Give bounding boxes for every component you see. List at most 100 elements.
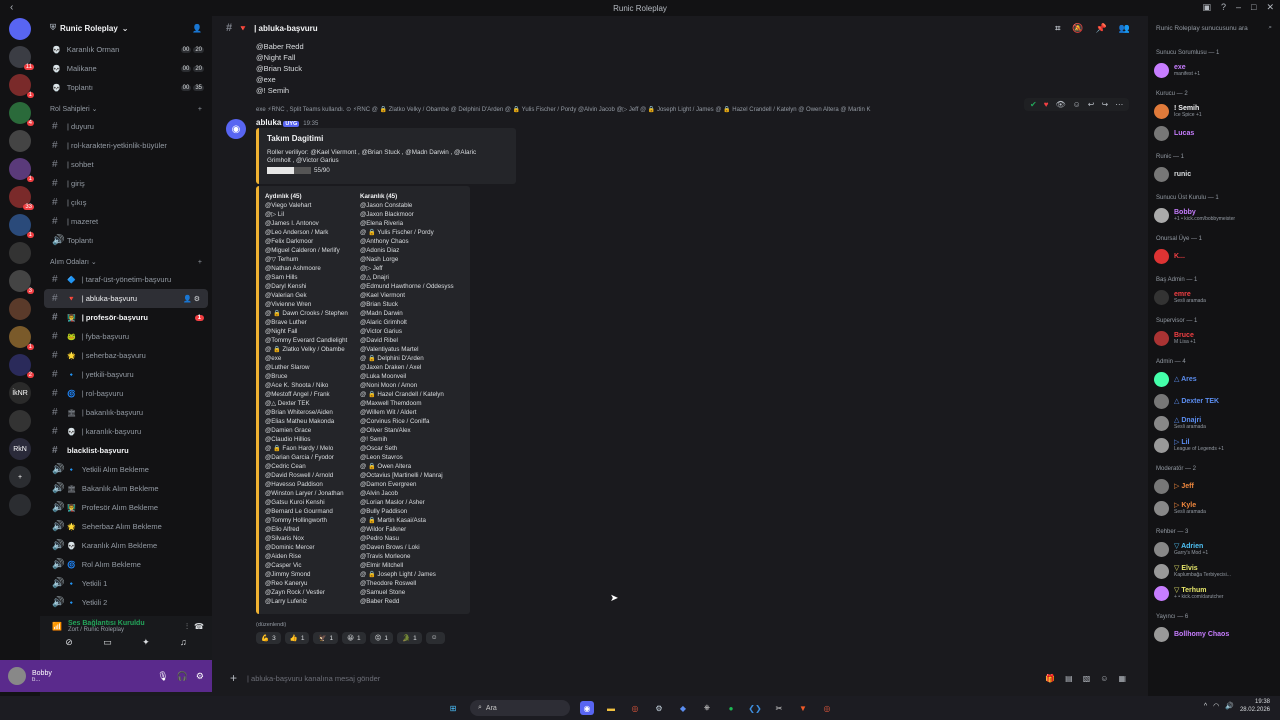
text-channel[interactable]: # | rol-karakteri-yetkinlik-büyüler bbox=[40, 136, 212, 155]
member-search[interactable]: Runic Roleplay sunucusunu ara ⌕ bbox=[1148, 16, 1280, 40]
team-member[interactable]: @ 🔒 Faon Hardy / Melo bbox=[265, 444, 348, 453]
team-member[interactable]: @Casper Vic bbox=[265, 561, 348, 570]
reaction[interactable]: 😀 1 bbox=[342, 632, 366, 644]
team-member[interactable]: @Brian Whiterose/Aiden bbox=[265, 408, 348, 417]
team-member[interactable]: @ 🔒 Zlatko Velky / Obambe bbox=[265, 345, 348, 354]
team-member[interactable]: @Brian Stuck bbox=[360, 300, 454, 309]
volume-icon[interactable]: 🔊 bbox=[1225, 702, 1234, 710]
team-member[interactable]: @Travis Morleone bbox=[360, 552, 454, 561]
team-member[interactable]: @Reo Kaneryu bbox=[265, 579, 348, 588]
discord-icon[interactable]: ◉ bbox=[580, 701, 594, 715]
sticker-icon[interactable]: ▧ bbox=[1083, 674, 1091, 683]
add-member-icon[interactable]: 👤 bbox=[192, 24, 202, 33]
text-channel[interactable]: # | duyuru bbox=[40, 117, 212, 136]
server-icon[interactable] bbox=[9, 298, 31, 320]
vscode-icon[interactable]: ❮❯ bbox=[748, 701, 762, 715]
server-icon[interactable]: 4 bbox=[9, 102, 34, 126]
team-member[interactable]: @Alaric Grimholt bbox=[360, 318, 454, 327]
team-member[interactable]: @Dominic Mercer bbox=[265, 543, 348, 552]
folder-icon[interactable]: ▬ bbox=[604, 701, 618, 715]
text-channel[interactable]: # blacklist-başvuru bbox=[40, 441, 212, 460]
team-member[interactable]: @Adonis Diaz bbox=[360, 246, 454, 255]
team-member[interactable]: @Valentiyatus Martel bbox=[360, 345, 454, 354]
gift-icon[interactable]: 🎁 bbox=[1045, 674, 1055, 683]
team-member[interactable]: @Darian Garcia / Fyodor bbox=[265, 453, 348, 462]
team-member[interactable]: @ 🔒 Delphini D'Arden bbox=[360, 354, 454, 363]
add-attachment-icon[interactable]: + bbox=[230, 671, 237, 685]
team-member[interactable]: @David Roswell / Arnold bbox=[265, 471, 348, 480]
category-apply[interactable]: Alım Odaları ⌄ + bbox=[40, 254, 212, 270]
team-member[interactable]: @Leo Anderson / Mark bbox=[265, 228, 348, 237]
server-icon[interactable]: RkN bbox=[9, 438, 31, 460]
message-composer[interactable]: + | abluka-başvuru kanalına mesaj gönder… bbox=[212, 664, 1144, 692]
team-member[interactable]: @ 🔒 Hazel Crandell / Katelyn bbox=[360, 390, 454, 399]
mention-line[interactable]: @Night Fall bbox=[256, 53, 295, 62]
back-icon[interactable]: ‹ bbox=[10, 2, 13, 13]
spotify-icon[interactable]: ● bbox=[724, 701, 738, 715]
team-member[interactable]: @Oscar Seth bbox=[360, 444, 454, 453]
mention-line[interactable]: @! Semih bbox=[256, 86, 289, 95]
text-channel[interactable]: # 💀 | karanlık-başvuru bbox=[40, 422, 212, 441]
close-button[interactable]: ✕ bbox=[1266, 2, 1274, 13]
server-icon[interactable] bbox=[9, 242, 31, 264]
text-channel[interactable]: # 🌟 | seherbaz-başvuru bbox=[40, 346, 212, 365]
server-icon[interactable]: + bbox=[9, 466, 31, 488]
windows-start-icon[interactable]: ⊞ bbox=[446, 701, 460, 715]
more-icon[interactable]: ⋯ bbox=[1115, 100, 1123, 109]
team-member[interactable]: @Nash Lorge bbox=[360, 255, 454, 264]
team-member[interactable]: @Jaxon Blackmoor bbox=[360, 210, 454, 219]
pin-icon[interactable]: 📌 bbox=[1096, 23, 1107, 34]
team-member[interactable]: @Ace K. Shoota / Niko bbox=[265, 381, 348, 390]
team-member[interactable]: @Elias Matheu Makonda bbox=[265, 417, 348, 426]
team-member[interactable]: @Gatsu Kuroi Kenshi bbox=[265, 498, 348, 507]
add-channel-icon[interactable]: + bbox=[198, 259, 202, 266]
team-member[interactable]: @Alvin Jacob bbox=[360, 489, 454, 498]
team-member[interactable]: @Valerian Gek bbox=[265, 291, 348, 300]
team-member[interactable]: @Daryl Kenshi bbox=[265, 282, 348, 291]
mention-line[interactable]: @Baber Redd bbox=[256, 42, 304, 51]
reaction[interactable]: ☺ bbox=[425, 632, 446, 644]
team-member[interactable]: @Jaxen Draken / Axel bbox=[360, 363, 454, 372]
team-member[interactable]: @Jason Constable bbox=[360, 201, 454, 210]
bot-avatar[interactable]: ◉ bbox=[226, 119, 246, 139]
team-member[interactable]: @David Ribel bbox=[360, 336, 454, 345]
text-channel[interactable]: # 🌀 | rol-başvuru bbox=[40, 384, 212, 403]
members-icon[interactable]: 👥 bbox=[1119, 23, 1130, 34]
soundboard-icon[interactable]: ♫ bbox=[180, 637, 187, 648]
composer-placeholder[interactable]: | abluka-başvuru kanalına mesaj gönder bbox=[247, 674, 380, 683]
apps-icon[interactable]: ▦ bbox=[1118, 674, 1126, 683]
text-channel[interactable]: # 👨‍🏫 | profesör-başvuru 1 bbox=[40, 308, 212, 327]
team-member[interactable]: @Oliver Stan/Alex bbox=[360, 426, 454, 435]
team-member[interactable]: @Madn Darwin bbox=[360, 309, 454, 318]
server-icon[interactable]: 1 bbox=[9, 74, 34, 98]
team-member[interactable]: @Silvaris Nox bbox=[265, 534, 348, 543]
activity-icon[interactable]: ✦ bbox=[142, 637, 150, 648]
member-item[interactable]: Lucas bbox=[1148, 122, 1280, 144]
noise-icon[interactable]: ⫶ bbox=[186, 622, 188, 632]
server-icon[interactable]: İkNR bbox=[9, 382, 31, 404]
threads-icon[interactable]: ⌗ bbox=[1055, 23, 1060, 34]
steam-icon[interactable]: ⚙ bbox=[652, 701, 666, 715]
member-item[interactable]: △ Ares bbox=[1148, 368, 1280, 390]
team-member[interactable]: @ 🔒 Owen Altera bbox=[360, 462, 454, 471]
team-member[interactable]: @Luka Moonveil bbox=[360, 372, 454, 381]
reply-icon[interactable]: ↩ bbox=[1088, 100, 1095, 109]
server-icon[interactable] bbox=[9, 410, 31, 432]
member-item[interactable]: Bollhomy Chaos bbox=[1148, 623, 1280, 645]
team-member[interactable]: @Luther Slarow bbox=[265, 363, 348, 372]
text-channel[interactable]: # 🔷 | taraf-üst-yönetim-başvuru bbox=[40, 270, 212, 289]
team-member[interactable]: @Kael Viermont bbox=[360, 291, 454, 300]
team-member[interactable]: @ 🔒 Joseph Light / James bbox=[360, 570, 454, 579]
member-item[interactable]: Bruce M Lisa +1 bbox=[1148, 327, 1280, 349]
team-member[interactable]: @Maxwell Themdoom bbox=[360, 399, 454, 408]
member-item[interactable]: ▷ Lil League of Legends +1 bbox=[1148, 434, 1280, 456]
team-member[interactable]: @Elena Riveria bbox=[360, 219, 454, 228]
server-icon[interactable]: 3 bbox=[9, 270, 34, 294]
voice-channel[interactable]: 🔊 🏛 Bakanlık Alım Bekleme bbox=[40, 479, 212, 498]
voice-channel[interactable]: 🔊 💀 Karanlık Alım Bekleme bbox=[40, 536, 212, 555]
member-item[interactable]: ▷ Jeff bbox=[1148, 475, 1280, 497]
team-member[interactable]: @Viego Valehart bbox=[265, 201, 348, 210]
voice-channel[interactable]: 🔊 🌟 Seherbaz Alım Bekleme bbox=[40, 517, 212, 536]
headphones-icon[interactable]: 🎧 bbox=[177, 671, 188, 682]
team-member[interactable]: @Pedro Nasu bbox=[360, 534, 454, 543]
